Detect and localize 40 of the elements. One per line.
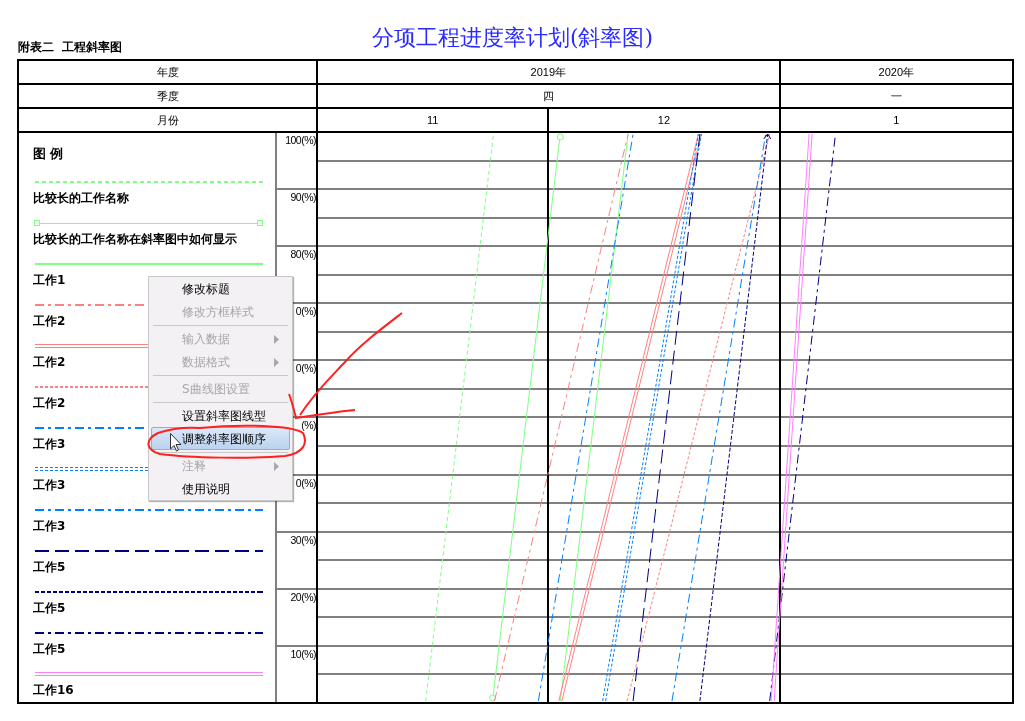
axis-label: 100(%) xyxy=(285,134,316,147)
menu-item[interactable]: 修改标题 xyxy=(151,277,290,300)
axis-label: 10(%) xyxy=(290,647,316,661)
legend-item-name: 工作5 xyxy=(33,642,66,657)
axis-label: 80(%) xyxy=(290,248,316,262)
axis-label: (%) xyxy=(301,419,316,433)
menu-item[interactable]: 调整斜率图顺序 xyxy=(151,427,290,450)
axis-label: 90(%) xyxy=(290,191,316,205)
header-label-cell: 季度 xyxy=(19,85,318,107)
legend-item-name: 工作3 xyxy=(33,478,66,493)
legend-item-name: 工作3 xyxy=(33,519,66,534)
legend-item-name: 工作5 xyxy=(33,560,66,575)
header-label-cell: 月份 xyxy=(19,109,318,131)
legend-item-name: 工作2 xyxy=(33,355,66,370)
header-cell-text: 2020年 xyxy=(877,64,916,80)
header-cell-text: 一 xyxy=(889,88,903,104)
axis-label: 30(%) xyxy=(290,533,316,547)
axis-label: 20(%) xyxy=(290,590,316,604)
legend-item-name: 工作2 xyxy=(33,396,66,411)
axis-label: 0(%) xyxy=(295,362,316,376)
legend-item-name: 工作16 xyxy=(33,683,74,698)
menu-item[interactable]: 使用说明 xyxy=(151,477,290,500)
header-cell: 四 xyxy=(318,85,781,107)
legend-item-name: 工作2 xyxy=(33,314,66,329)
axis-label: 0(%) xyxy=(295,305,316,319)
legend-item-name: 工作3 xyxy=(33,437,66,452)
header-cell: 2019年 xyxy=(318,61,781,83)
header-cell-text: 1 xyxy=(892,112,901,128)
legend-item-name: 工作5 xyxy=(33,601,66,616)
axis-label: 0(%) xyxy=(295,476,316,490)
header-cell: 11 xyxy=(318,109,550,131)
legend-item-name: 比较长的工作名称在斜率图中如何显示 xyxy=(33,232,237,247)
sheet-caption: 附表二 工程斜率图 xyxy=(18,39,124,56)
legend-title: 图 例 xyxy=(33,146,64,162)
legend-item-name: 工作1 xyxy=(33,273,66,288)
menu-item[interactable]: 设置斜率图线型 xyxy=(151,404,290,427)
chart-title: 分项工程进度率计划(斜率图) xyxy=(371,25,654,51)
legend-item-name: 比较长的工作名称 xyxy=(33,191,129,206)
header-cell: 12 xyxy=(549,109,781,131)
header-label-cell: 年度 xyxy=(19,61,318,83)
